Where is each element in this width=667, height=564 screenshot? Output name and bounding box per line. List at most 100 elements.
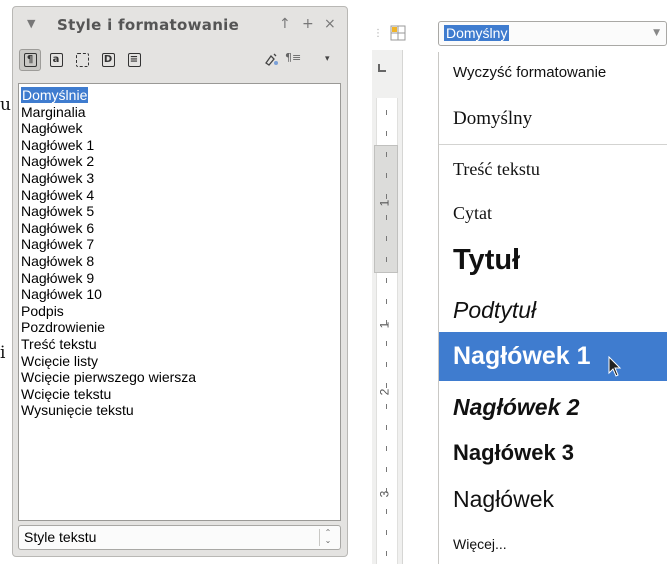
style-item-body-text[interactable]: Treść tekstu (453, 159, 540, 180)
paragraph-style-value[interactable]: Domyślny (444, 25, 510, 41)
list-styles-button[interactable]: ≡ (123, 49, 145, 71)
style-list-label: Nagłówek 6 (21, 219, 95, 236)
clear-formatting-item[interactable]: Wyczyść formatowanie (453, 64, 606, 81)
spin-arrows-icon[interactable]: ⌃ ⌄ (319, 529, 336, 546)
ruler-tick (386, 488, 387, 493)
new-style-icon[interactable]: ¶≡ (285, 51, 301, 64)
style-list-item[interactable]: Nagłówek 5 (21, 203, 340, 220)
style-item-heading-3[interactable]: Nagłówek 3 (453, 440, 574, 466)
move-up-icon[interactable]: ↑ (279, 16, 291, 32)
style-list-item[interactable]: Marginalia (21, 104, 340, 121)
style-list-label: Nagłówek 2 (21, 153, 95, 170)
ruler-tick (386, 110, 387, 115)
style-filter-select[interactable]: Style tekstu ⌃ ⌄ (18, 525, 341, 550)
style-list-label: Nagłówek (21, 120, 83, 137)
toolbar-grip-icon[interactable]: ⋮ (373, 28, 383, 39)
ruler-tick (386, 299, 387, 304)
ruler-tick (386, 215, 387, 220)
page-styles-button[interactable]: D (97, 49, 119, 71)
style-list-label: Domyślnie (21, 87, 89, 103)
style-list-label: Nagłówek 4 (21, 186, 95, 203)
ruler-tick (386, 257, 387, 262)
style-list-label: Treść tekstu (21, 335, 97, 352)
ruler-tick (386, 551, 387, 556)
paragraph-styles-button[interactable]: ¶ (19, 49, 41, 71)
styles-sidebar-icon[interactable] (390, 25, 406, 41)
style-item-heading[interactable]: Nagłówek (453, 486, 554, 513)
ruler-tick (386, 278, 387, 283)
style-item-title[interactable]: Tytuł (453, 244, 520, 277)
panel-title: Style i formatowanie (57, 16, 240, 34)
ruler-number: 3 (377, 490, 392, 498)
fill-format-icon[interactable] (263, 51, 279, 70)
paragraph-style-combo[interactable]: Domyślny ▼ (438, 21, 667, 46)
styles-toolbar: ¶ a D ≡ ¶≡ ▾ (13, 45, 347, 81)
style-list-item[interactable]: Nagłówek (21, 120, 340, 137)
document-edge: u i (0, 0, 12, 564)
style-list-item[interactable]: Nagłówek 7 (21, 236, 340, 253)
style-list-label: Wcięcie tekstu (21, 385, 112, 402)
mouse-pointer-icon (608, 356, 622, 377)
ruler-tick (386, 194, 387, 199)
style-list-label: Nagłówek 1 (21, 136, 95, 153)
style-list-label: Nagłówek 10 (21, 286, 102, 303)
style-list-item[interactable]: Pozdrowienie (21, 319, 340, 336)
style-item-quote[interactable]: Cytat (453, 203, 492, 224)
more-styles-item[interactable]: Więcej... (453, 536, 507, 552)
close-icon[interactable]: × (324, 16, 336, 32)
ruler-tick (386, 320, 387, 325)
list-styles-icon: ≡ (127, 53, 141, 67)
ruler-tick (386, 236, 387, 241)
style-list-item[interactable]: Nagłówek 1 (21, 137, 340, 154)
style-item-heading-1[interactable]: Nagłówek 1 (453, 342, 591, 371)
character-styles-button[interactable]: a (45, 49, 67, 71)
style-item-subtitle[interactable]: Podtytuł (453, 297, 536, 324)
page-styles-icon: D (101, 53, 115, 67)
style-list-label: Podpis (21, 302, 64, 319)
style-filter-value: Style tekstu (24, 529, 97, 545)
panel-titlebar: ▼ Style i formatowanie ↑ + × (13, 7, 347, 43)
style-list-item[interactable]: Nagłówek 9 (21, 270, 340, 287)
style-list-item[interactable]: Nagłówek 4 (21, 187, 340, 204)
style-list-item[interactable]: Wcięcie listy (21, 353, 340, 370)
ruler-tick (386, 509, 387, 514)
ruler-tick (386, 173, 387, 178)
style-list-item[interactable]: Wcięcie tekstu (21, 386, 340, 403)
style-list-label: Pozdrowienie (21, 319, 106, 336)
style-list-item[interactable]: Domyślnie (21, 87, 340, 104)
style-list-item[interactable]: Nagłówek 10 (21, 286, 340, 303)
ruler-tick (386, 446, 387, 451)
chevron-down-icon[interactable]: ▼ (653, 28, 660, 38)
style-list-item[interactable]: Nagłówek 3 (21, 170, 340, 187)
style-list-item[interactable]: Wysunięcie tekstu (21, 402, 340, 419)
panel-menu-icon[interactable]: ▼ (27, 17, 35, 30)
add-icon[interactable]: + (302, 16, 314, 32)
style-list-label: Wcięcie pierwszego wiersza (21, 369, 197, 386)
style-list-label: Wysunięcie tekstu (21, 402, 134, 419)
styles-panel: ▼ Style i formatowanie ↑ + × ¶ a D ≡ ¶≡ … (12, 6, 348, 557)
ruler-number: 1 (377, 199, 392, 207)
character-styles-icon: a (49, 53, 63, 67)
style-list-item[interactable]: Wcięcie pierwszego wiersza (21, 369, 340, 386)
ruler-number: 2 (377, 388, 392, 396)
style-item-default[interactable]: Domyślny (453, 108, 532, 130)
edge-text-fragment: u (0, 95, 11, 115)
style-list-label: Nagłówek 9 (21, 269, 95, 286)
style-list-item[interactable]: Podpis (21, 303, 340, 320)
ruler-tick (386, 383, 387, 388)
frame-styles-button[interactable] (71, 49, 93, 71)
frame-styles-icon (75, 53, 89, 67)
style-list-label: Marginalia (21, 103, 86, 120)
ruler-tick (386, 341, 387, 346)
style-item-heading-2[interactable]: Nagłówek 2 (453, 394, 580, 421)
chevron-down-icon[interactable]: ▾ (325, 54, 330, 64)
style-list-item[interactable]: Nagłówek 2 (21, 153, 340, 170)
tab-stop-icon[interactable] (378, 64, 386, 72)
style-list-item[interactable]: Treść tekstu (21, 336, 340, 353)
ruler-tick (386, 131, 387, 136)
ruler-margin-handle[interactable] (374, 145, 398, 273)
styles-list[interactable]: Domyślnie Marginalia Nagłówek Nagłówek 1 Nag… (18, 83, 341, 521)
style-list-item[interactable]: Nagłówek 8 (21, 253, 340, 270)
ruler-tick (386, 425, 387, 430)
style-list-item[interactable]: Nagłówek 6 (21, 220, 340, 237)
